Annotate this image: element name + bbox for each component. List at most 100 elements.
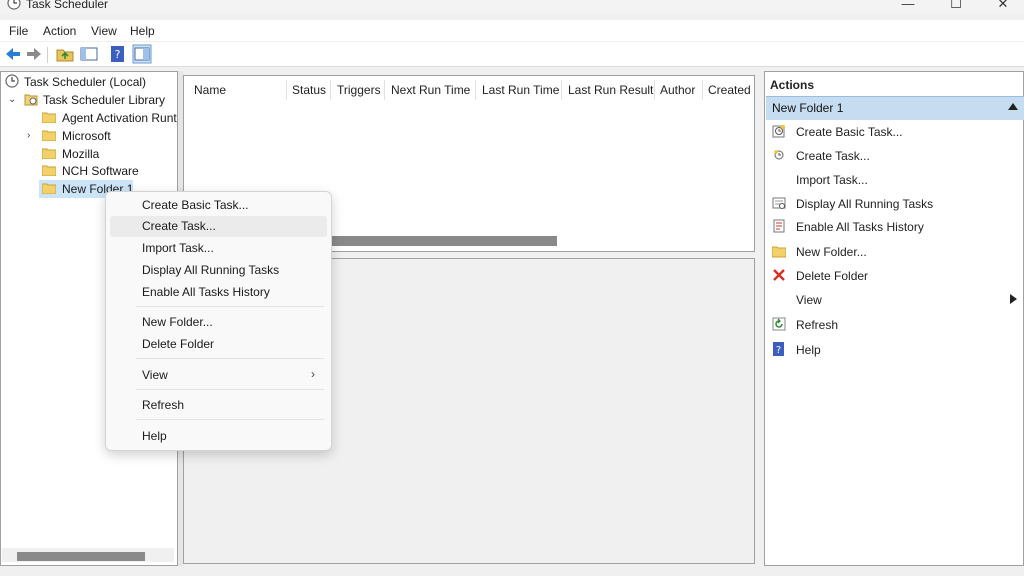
show-hide-console-tree-icon[interactable] — [79, 44, 99, 64]
running-tasks-icon — [772, 197, 786, 209]
context-separator — [136, 389, 324, 390]
actions-title: Actions — [770, 78, 815, 92]
tree-scroll-thumb[interactable] — [17, 552, 145, 561]
folder-icon — [42, 165, 56, 176]
action-enable-tasks-history[interactable]: Enable All Tasks History — [766, 216, 1024, 238]
column-header-author[interactable]: Author — [660, 83, 695, 97]
chevron-right-icon[interactable]: › — [27, 127, 30, 145]
context-item-refresh[interactable]: Refresh — [110, 395, 327, 416]
action-delete-folder[interactable]: Delete Folder — [766, 265, 1024, 287]
help-icon: ? — [773, 342, 784, 356]
action-label: Help — [796, 343, 821, 357]
column-header-next-run-time[interactable]: Next Run Time — [391, 83, 470, 97]
create-basic-task-icon — [772, 125, 785, 138]
tree-label: Task Scheduler (Local) — [24, 75, 147, 89]
action-label: View — [796, 293, 822, 307]
column-divider[interactable] — [654, 80, 655, 100]
chevron-down-icon[interactable]: ⌄ — [8, 91, 16, 109]
action-label: Enable All Tasks History — [796, 220, 924, 234]
column-divider[interactable] — [702, 80, 703, 100]
context-item-label: Refresh — [142, 398, 185, 412]
column-divider[interactable] — [330, 80, 331, 100]
menu-view[interactable]: View — [91, 24, 117, 38]
tree-label: Microsoft — [62, 129, 111, 143]
forward-arrow-icon[interactable] — [24, 44, 44, 64]
context-item-label: New Folder... — [142, 315, 213, 329]
action-label: Create Task... — [796, 149, 870, 163]
action-label: Refresh — [796, 318, 839, 332]
minimize-button[interactable]: — — [888, 0, 928, 14]
column-divider[interactable] — [286, 80, 287, 100]
context-item-enable-tasks-history[interactable]: Enable All Tasks History — [110, 282, 327, 303]
context-item-label: Create Basic Task... — [142, 198, 249, 212]
context-item-view[interactable]: View › — [110, 365, 327, 386]
folder-icon — [772, 246, 786, 258]
action-label: Create Basic Task... — [796, 125, 903, 139]
status-bar — [0, 566, 1024, 576]
context-separator — [136, 419, 324, 420]
context-item-label: Display All Running Tasks — [142, 263, 280, 277]
menu-help[interactable]: Help — [130, 24, 155, 38]
action-create-basic-task[interactable]: Create Basic Task... — [766, 121, 1024, 143]
column-header-created[interactable]: Created — [708, 83, 751, 97]
back-arrow-icon[interactable] — [3, 44, 23, 64]
history-icon — [773, 219, 785, 233]
clock-icon — [7, 0, 21, 10]
action-new-folder[interactable]: New Folder... — [766, 241, 1024, 263]
folder-icon — [42, 183, 56, 194]
tree-label: Task Scheduler Library — [43, 93, 166, 107]
context-item-create-task[interactable]: Create Task... — [110, 216, 327, 237]
column-header-last-run-time[interactable]: Last Run Time — [482, 83, 559, 97]
chevron-right-icon: › — [311, 367, 315, 381]
action-label: Delete Folder — [796, 269, 869, 283]
action-create-task[interactable]: Create Task... — [766, 145, 1024, 167]
context-menu: Create Basic Task... Create Task... Impo… — [105, 191, 332, 451]
context-item-create-basic-task[interactable]: Create Basic Task... — [110, 195, 327, 216]
column-header-status[interactable]: Status — [292, 83, 326, 97]
column-divider[interactable] — [561, 80, 562, 100]
column-header-name[interactable]: Name — [194, 83, 226, 97]
tree-item-agent-activation[interactable]: Agent Activation Runt — [0, 109, 177, 127]
window-title: Task Scheduler — [26, 0, 109, 11]
context-item-label: View — [142, 368, 168, 382]
action-view[interactable]: View — [766, 289, 1024, 311]
column-divider[interactable] — [475, 80, 476, 100]
context-item-label: Import Task... — [142, 241, 214, 255]
show-hide-action-pane-icon[interactable] — [132, 44, 152, 64]
up-folder-icon[interactable] — [55, 44, 75, 64]
task-list-scroll-thumb[interactable] — [330, 236, 557, 246]
tree-item-nch-software[interactable]: NCH Software — [0, 162, 176, 180]
menu-action[interactable]: Action — [43, 24, 76, 38]
maximize-button[interactable]: ☐ — [936, 0, 976, 14]
tree-label: NCH Software — [62, 164, 139, 178]
context-item-import-task[interactable]: Import Task... — [110, 238, 327, 259]
context-item-label: Enable All Tasks History — [142, 285, 270, 299]
collapse-triangle-icon[interactable] — [1008, 102, 1018, 110]
action-import-task[interactable]: Import Task... — [766, 169, 1024, 191]
tree-label: Agent Activation Runt — [62, 111, 177, 125]
column-header-last-run-result[interactable]: Last Run Result — [568, 83, 653, 97]
action-label: Display All Running Tasks — [796, 197, 934, 211]
context-item-new-folder[interactable]: New Folder... — [110, 312, 327, 333]
tree-item-mozilla[interactable]: Mozilla — [0, 145, 176, 163]
close-button[interactable]: ✕ — [983, 0, 1023, 14]
column-header-triggers[interactable]: Triggers — [337, 83, 381, 97]
action-label: New Folder... — [796, 245, 867, 259]
library-folder-icon — [24, 94, 38, 106]
help-icon[interactable]: ? — [108, 44, 128, 64]
menu-file[interactable]: File — [9, 24, 28, 38]
tree-root[interactable]: Task Scheduler (Local) — [0, 73, 176, 91]
action-refresh[interactable]: Refresh — [766, 314, 1024, 336]
context-item-help[interactable]: Help — [110, 426, 327, 447]
tree-library[interactable]: ⌄ Task Scheduler Library — [0, 91, 176, 109]
action-help[interactable]: ? Help — [766, 339, 1024, 361]
column-divider[interactable] — [384, 80, 385, 100]
clock-icon — [5, 74, 19, 88]
tree-item-microsoft[interactable]: › Microsoft — [0, 127, 176, 145]
context-item-label: Help — [142, 429, 167, 443]
actions-section-label: New Folder 1 — [772, 101, 844, 115]
svg-text:?: ? — [776, 345, 781, 356]
context-item-display-running-tasks[interactable]: Display All Running Tasks — [110, 260, 327, 281]
action-display-running-tasks[interactable]: Display All Running Tasks — [766, 193, 1024, 215]
context-item-delete-folder[interactable]: Delete Folder — [110, 334, 327, 355]
